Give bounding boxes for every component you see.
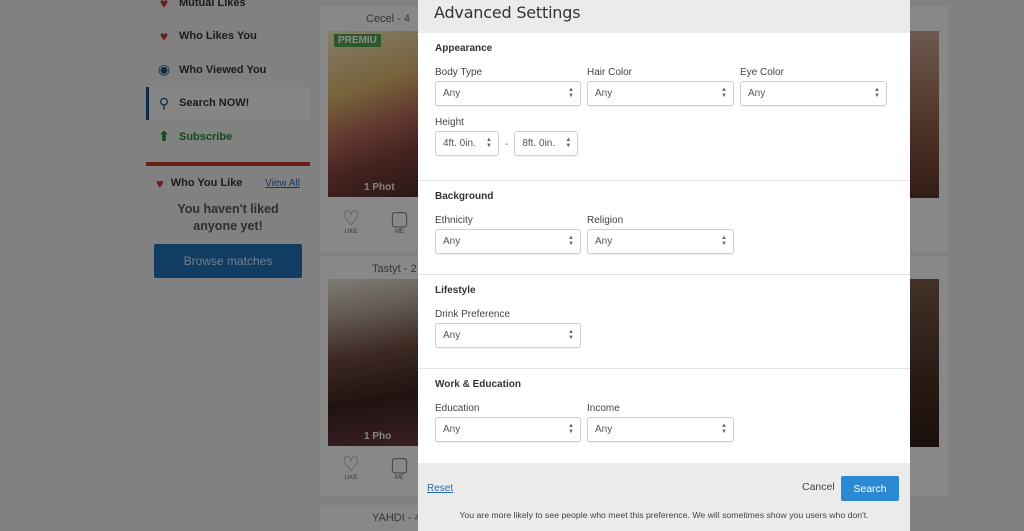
appearance-section: Appearance Body Type Any ▲ ▼ Hair Color A… [418,33,910,181]
drink-preference-select[interactable]: Any ▲ ▼ [435,323,581,348]
select-arrows-icon: ▲ ▼ [874,87,880,99]
field-label: Ethnicity [435,215,473,226]
height-separator: - [505,138,509,150]
reset-link[interactable]: Reset [427,483,453,494]
modal-footer: Reset Cancel Search You are more likely … [418,463,910,531]
drink-preference-field: Drink Preference Any ▲ ▼ [435,309,581,348]
select-arrows-icon: ▲ ▼ [568,235,574,247]
work-education-section: Work & Education Education Any ▲ ▼ Income… [418,369,910,463]
field-label: Hair Color [587,67,633,78]
section-title: Work & Education [435,379,521,390]
field-label: Drink Preference [435,309,511,320]
field-label: Education [435,403,480,414]
select-arrows-icon: ▲ ▼ [721,423,727,435]
height-min-select[interactable]: 4ft. 0in. ▲ ▼ [435,131,499,156]
select-arrows-icon: ▲ ▼ [568,423,574,435]
preference-note: You are more likely to see people who me… [459,510,869,520]
select-arrows-icon: ▲ ▼ [721,87,727,99]
section-title: Background [435,191,494,202]
body-type-select[interactable]: Any ▲ ▼ [435,81,581,106]
religion-select[interactable]: Any ▲ ▼ [587,229,734,254]
section-title: Appearance [435,43,493,54]
select-arrows-icon: ▲ ▼ [486,137,492,149]
education-select[interactable]: Any ▲ ▼ [435,417,581,442]
body-type-field: Body Type Any ▲ ▼ [435,67,581,106]
height-max-select[interactable]: 8ft. 0in. ▲ ▼ [514,131,579,156]
religion-field: Religion Any ▲ ▼ [587,215,734,254]
eye-color-field: Eye Color Any ▲ ▼ [740,67,887,106]
lifestyle-section: Lifestyle Drink Preference Any ▲ ▼ [418,275,910,369]
field-label: Income [587,403,620,414]
field-label: Body Type [435,67,483,78]
eye-color-select[interactable]: Any ▲ ▼ [740,81,887,106]
income-field: Income Any ▲ ▼ [587,403,734,442]
education-field: Education Any ▲ ▼ [435,403,581,442]
ethnicity-field: Ethnicity Any ▲ ▼ [435,215,581,254]
field-label: Religion [587,215,624,226]
modal-title: Advanced Settings [434,3,581,22]
select-arrows-icon: ▲ ▼ [568,87,574,99]
cancel-button[interactable]: Cancel [802,481,835,493]
select-arrows-icon: ▲ ▼ [565,137,572,149]
income-select[interactable]: Any ▲ ▼ [587,417,734,442]
field-label: Eye Color [740,67,784,78]
field-label: Height [435,117,464,128]
height-field: Height 4ft. 0in. ▲ ▼ - 8ft. 0in. ▲ ▼ [435,117,894,156]
select-arrows-icon: ▲ ▼ [721,235,727,247]
ethnicity-select[interactable]: Any ▲ ▼ [435,229,581,254]
modal-header: Advanced Settings [418,0,910,33]
background-section: Background Ethnicity Any ▲ ▼ Religion Any… [418,181,910,275]
hair-color-field: Hair Color Any ▲ ▼ [587,67,734,106]
select-arrows-icon: ▲ ▼ [568,329,574,341]
section-title: Lifestyle [435,285,476,296]
hair-color-select[interactable]: Any ▲ ▼ [587,81,734,106]
advanced-settings-modal: Advanced Settings Appearance Body Type A… [418,0,910,531]
search-button[interactable]: Search [841,476,899,501]
